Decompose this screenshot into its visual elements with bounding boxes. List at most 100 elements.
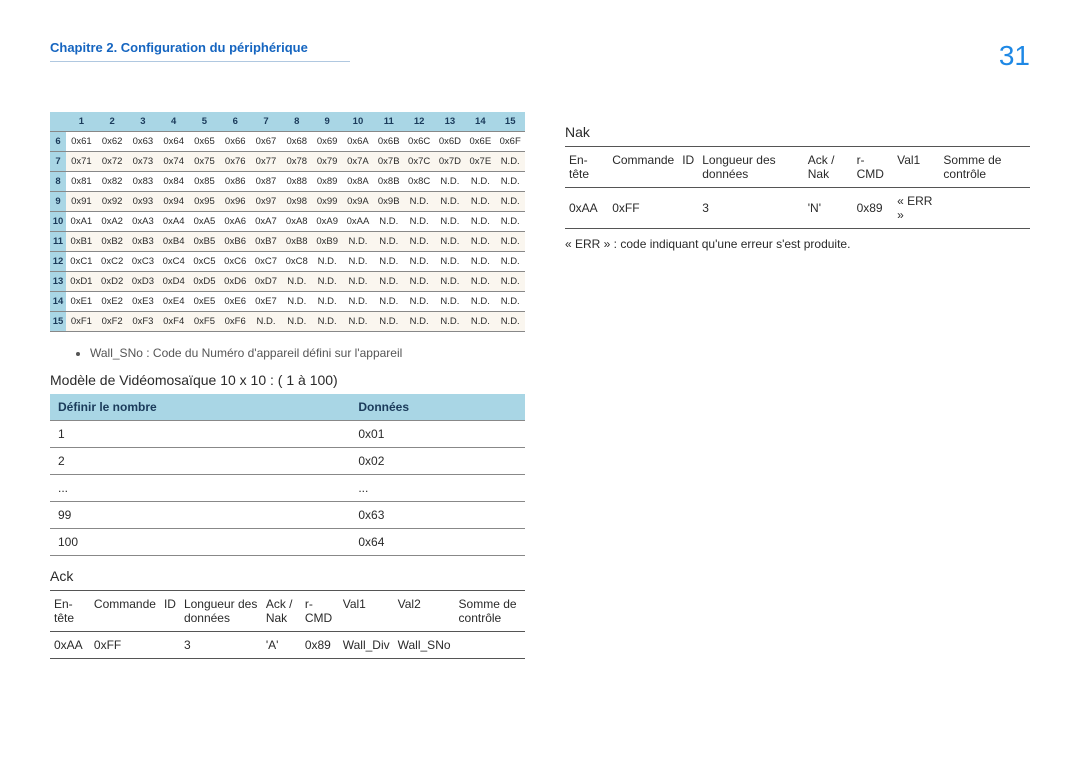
nak-cell (678, 188, 698, 229)
hex-cell: 0xE7 (251, 292, 282, 312)
ack-cell: 0x89 (301, 632, 339, 659)
hex-cell: 0xAA (342, 212, 373, 232)
hex-cell: 0xE2 (97, 292, 128, 312)
hex-cell: 0xF3 (128, 312, 159, 332)
hex-cell: 0x97 (251, 192, 282, 212)
hex-cell: N.D. (435, 292, 466, 312)
hex-cell: 0xB6 (220, 232, 251, 252)
hex-cell: N.D. (404, 212, 435, 232)
hex-row-header: 9 (50, 192, 66, 212)
hex-cell: 0xB3 (128, 232, 159, 252)
hex-cell: N.D. (435, 232, 466, 252)
hex-cell: 0x84 (158, 172, 189, 192)
ack-cell: Wall_SNo (394, 632, 455, 659)
hex-cell: 0x89 (312, 172, 342, 192)
hex-cell: 0xA2 (97, 212, 128, 232)
hex-cell: N.D. (435, 272, 466, 292)
hex-cell: N.D. (435, 212, 466, 232)
ack-cell: 3 (180, 632, 262, 659)
hex-cell: 0xA4 (158, 212, 189, 232)
model-title: Modèle de Vidéomosaïque 10 x 10 : ( 1 à … (50, 372, 525, 388)
hex-col-header: 9 (312, 112, 342, 132)
hex-cell: N.D. (435, 172, 466, 192)
hex-cell: 0xC4 (158, 252, 189, 272)
ack-cell: 'A' (262, 632, 301, 659)
hex-cell: N.D. (374, 292, 404, 312)
hex-cell: 0xB8 (281, 232, 312, 252)
def-data: ... (350, 475, 525, 502)
hex-cell: 0xF5 (189, 312, 220, 332)
hex-cell: 0x74 (158, 152, 189, 172)
hex-cell: 0x72 (97, 152, 128, 172)
hex-row-header: 12 (50, 252, 66, 272)
nak-cell: 3 (698, 188, 804, 229)
def-data: 0x64 (350, 529, 525, 556)
hex-cell: 0x86 (220, 172, 251, 192)
hex-cell: N.D. (404, 192, 435, 212)
hex-cell: N.D. (404, 272, 435, 292)
hex-cell: N.D. (465, 252, 495, 272)
hex-cell: 0xA9 (312, 212, 342, 232)
ack-cell (160, 632, 180, 659)
hex-cell: 0x79 (312, 152, 342, 172)
hex-cell: N.D. (312, 272, 342, 292)
hex-cell: 0x85 (189, 172, 220, 192)
hex-cell: N.D. (281, 312, 312, 332)
hex-cell: 0xF6 (220, 312, 251, 332)
hex-cell: 0xC7 (251, 252, 282, 272)
nak-header: Val1 (893, 147, 939, 188)
hex-cell: 0xC3 (128, 252, 159, 272)
hex-cell: 0x61 (66, 132, 97, 152)
hex-cell: 0x83 (128, 172, 159, 192)
hex-cell: 0xC1 (66, 252, 97, 272)
hex-cell: 0xA7 (251, 212, 282, 232)
hex-row-header: 7 (50, 152, 66, 172)
hex-cell: 0xA3 (128, 212, 159, 232)
hex-col-header: 12 (404, 112, 435, 132)
hex-col-header: 8 (281, 112, 312, 132)
hex-cell: 0xB1 (66, 232, 97, 252)
hex-cell: N.D. (374, 312, 404, 332)
hex-cell: N.D. (495, 212, 525, 232)
hex-cell: 0x6A (342, 132, 373, 152)
ack-cell (455, 632, 525, 659)
hex-col-header: 11 (374, 112, 404, 132)
ack-cell: 0xFF (90, 632, 160, 659)
hex-cell: N.D. (495, 252, 525, 272)
hex-cell: 0x76 (220, 152, 251, 172)
hex-col-header: 4 (158, 112, 189, 132)
hex-cell: 0xE4 (158, 292, 189, 312)
def-number: 100 (50, 529, 350, 556)
page-number: 31 (999, 40, 1030, 72)
def-number: ... (50, 475, 350, 502)
nak-cell (939, 188, 1030, 229)
hex-cell: N.D. (312, 252, 342, 272)
nak-cell: 'N' (804, 188, 853, 229)
hex-cell: 0x73 (128, 152, 159, 172)
nak-header: Somme de contrôle (939, 147, 1030, 188)
hex-col-header: 7 (251, 112, 282, 132)
hex-cell: 0x75 (189, 152, 220, 172)
hex-cell: 0xD4 (158, 272, 189, 292)
hex-cell: 0xE5 (189, 292, 220, 312)
hex-cell: N.D. (374, 272, 404, 292)
def-data: 0x01 (350, 421, 525, 448)
hex-cell: 0xB5 (189, 232, 220, 252)
hex-cell: 0x77 (251, 152, 282, 172)
hex-cell: N.D. (281, 292, 312, 312)
hex-col-header: 14 (465, 112, 495, 132)
hex-cell: 0xF1 (66, 312, 97, 332)
hex-cell: N.D. (251, 312, 282, 332)
nak-cell: 0x89 (853, 188, 894, 229)
err-note: « ERR » : code indiquant qu'une erreur s… (565, 237, 1030, 251)
ack-cell: 0xAA (50, 632, 90, 659)
hex-cell: 0x7B (374, 152, 404, 172)
hex-cell: N.D. (404, 232, 435, 252)
hex-cell: N.D. (312, 292, 342, 312)
ack-header: Somme de contrôle (455, 591, 525, 632)
hex-cell: 0x94 (158, 192, 189, 212)
hex-cell: 0x69 (312, 132, 342, 152)
nak-header: Longueur des données (698, 147, 804, 188)
hex-cell: 0xD6 (220, 272, 251, 292)
ack-header: r-CMD (301, 591, 339, 632)
